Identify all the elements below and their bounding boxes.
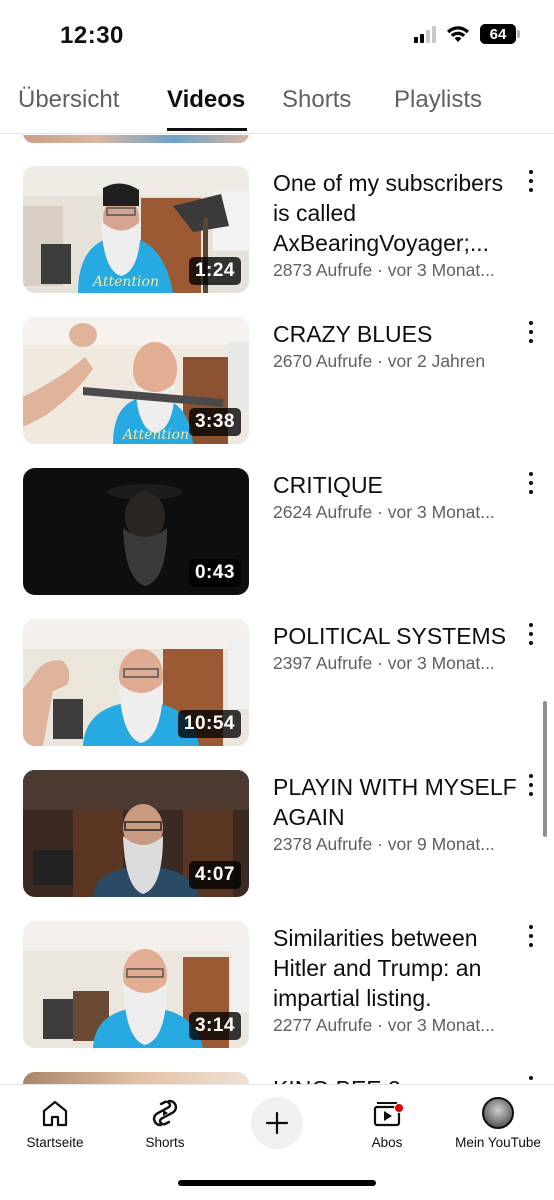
video-duration: 0:43 <box>188 559 241 587</box>
video-info[interactable]: One of my subscribers is called AxBearin… <box>273 168 518 282</box>
video-duration: 3:14 <box>188 1012 241 1040</box>
video-meta: 2670 Aufrufe · vor 2 Jahren <box>273 351 486 371</box>
video-info[interactable]: KING BEE 2 <box>273 1074 518 1084</box>
avatar <box>482 1097 514 1129</box>
list-item[interactable]: 10:54 POLITICAL SYSTEMS 2397 Aufrufe · v… <box>0 619 554 759</box>
video-meta: 2873 Aufrufe · vor 3 Monat... <box>273 260 495 280</box>
more-options-icon[interactable] <box>526 321 536 343</box>
nav-you[interactable]: Mein YouTube <box>443 1093 553 1150</box>
video-title[interactable]: KING BEE 2 <box>273 1074 518 1084</box>
status-icons: 64 <box>414 24 520 44</box>
video-info[interactable]: PLAYIN WITH MYSELF AGAIN 2378 Aufrufe · … <box>273 772 518 856</box>
list-item[interactable]: KING BEE 2 <box>0 1072 554 1084</box>
video-title[interactable]: CRITIQUE <box>273 470 518 500</box>
nav-home[interactable]: Startseite <box>0 1093 110 1150</box>
active-tab-indicator <box>167 128 247 131</box>
video-thumbnail[interactable]: 10:54 <box>23 619 249 746</box>
list-item[interactable]: Attention 3:38 CRAZY BLUES 2670 Aufrufe … <box>0 317 554 457</box>
subscriptions-icon <box>373 1102 401 1127</box>
tab-overview[interactable]: Übersicht <box>18 86 119 114</box>
list-item[interactable]: 4:07 PLAYIN WITH MYSELF AGAIN 2378 Aufru… <box>0 770 554 910</box>
svg-text:Attention: Attention <box>91 274 159 290</box>
more-options-icon[interactable] <box>526 623 536 645</box>
video-meta: 2378 Aufrufe · vor 9 Monat... <box>273 834 495 854</box>
nav-you-label: Mein YouTube <box>455 1135 541 1150</box>
video-info[interactable]: CRITIQUE 2624 Aufrufe · vor 3 Monat... <box>273 470 518 524</box>
list-item[interactable]: 0:43 CRITIQUE 2624 Aufrufe · vor 3 Monat… <box>0 468 554 608</box>
list-item[interactable]: 3:14 Similarities between Hitler and Tru… <box>0 921 554 1061</box>
video-info[interactable]: Similarities between Hitler and Trump: a… <box>273 923 518 1037</box>
plus-icon <box>265 1111 289 1135</box>
video-info[interactable]: POLITICAL SYSTEMS 2397 Aufrufe · vor 3 M… <box>273 621 518 675</box>
battery-icon: 64 <box>480 24 520 44</box>
video-title[interactable]: One of my subscribers is called AxBearin… <box>273 168 518 258</box>
video-thumbnail[interactable] <box>23 135 249 143</box>
list-item[interactable]: Attention 1:24 One of my subscribers is … <box>0 166 554 306</box>
more-options-icon[interactable] <box>526 774 536 796</box>
video-duration: 10:54 <box>177 710 241 738</box>
video-duration: 3:38 <box>188 408 241 436</box>
home-icon <box>42 1100 68 1127</box>
tab-shorts[interactable]: Shorts <box>282 86 351 114</box>
video-title[interactable]: PLAYIN WITH MYSELF AGAIN <box>273 772 518 832</box>
create-button[interactable] <box>251 1097 303 1149</box>
signal-icon <box>414 25 436 43</box>
status-time: 12:30 <box>60 22 124 49</box>
video-duration: 4:07 <box>188 861 241 889</box>
video-thumbnail[interactable]: Attention 1:24 <box>23 166 249 293</box>
video-thumbnail[interactable]: 3:14 <box>23 921 249 1048</box>
video-title[interactable]: CRAZY BLUES <box>273 319 518 349</box>
more-options-icon[interactable] <box>526 170 536 192</box>
video-thumbnail[interactable] <box>23 1072 249 1084</box>
shorts-icon <box>152 1099 178 1127</box>
channel-tabs: Übersicht Videos Shorts Playlists <box>0 70 554 134</box>
tab-playlists[interactable]: Playlists <box>394 86 482 114</box>
video-thumbnail[interactable]: 0:43 <box>23 468 249 595</box>
nav-subscriptions-label: Abos <box>371 1135 403 1150</box>
more-options-icon[interactable] <box>526 925 536 947</box>
video-meta: 2624 Aufrufe · vor 3 Monat... <box>273 502 495 522</box>
video-duration: 1:24 <box>188 257 241 285</box>
video-thumbnail[interactable]: 4:07 <box>23 770 249 897</box>
video-title[interactable]: POLITICAL SYSTEMS <box>273 621 518 651</box>
scrollbar[interactable] <box>543 701 547 837</box>
video-list[interactable]: Attention 1:24 One of my subscribers is … <box>0 135 554 1084</box>
notification-badge <box>394 1103 404 1113</box>
tab-videos[interactable]: Videos <box>167 86 245 114</box>
more-options-icon[interactable] <box>526 1076 536 1084</box>
nav-shorts-label: Shorts <box>145 1135 185 1150</box>
video-meta: 2397 Aufrufe · vor 3 Monat... <box>273 653 495 673</box>
nav-shorts[interactable]: Shorts <box>110 1093 220 1150</box>
nav-home-label: Startseite <box>26 1135 84 1150</box>
wifi-icon <box>447 26 469 42</box>
home-indicator <box>178 1180 376 1186</box>
battery-level: 64 <box>489 25 507 43</box>
nav-subscriptions[interactable]: Abos <box>332 1093 442 1150</box>
video-info[interactable]: CRAZY BLUES 2670 Aufrufe · vor 2 Jahren <box>273 319 518 373</box>
svg-text:Attention: Attention <box>121 427 189 443</box>
status-bar: 12:30 64 <box>0 0 554 70</box>
video-thumbnail[interactable]: Attention 3:38 <box>23 317 249 444</box>
video-title[interactable]: Similarities between Hitler and Trump: a… <box>273 923 518 1013</box>
more-options-icon[interactable] <box>526 472 536 494</box>
video-meta: 2277 Aufrufe · vor 3 Monat... <box>273 1015 495 1035</box>
